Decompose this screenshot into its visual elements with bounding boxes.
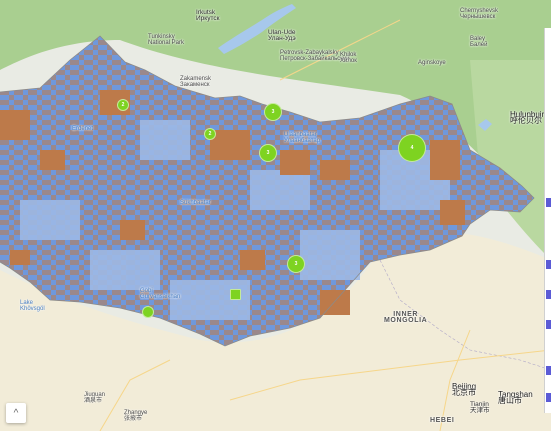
- label-irkutsk: Irkutsk Иркутск: [196, 9, 220, 22]
- label-tianjin: Tianjin 天津市: [470, 401, 490, 414]
- label-hulunbuir: Hulunbuir 呼伦贝尔: [510, 110, 545, 125]
- label-ulaanbaatar: Ulaanbaatar Улаанбаатар: [284, 132, 321, 144]
- cluster-marker[interactable]: 3: [264, 103, 282, 121]
- label-zakamensk: Zakamensk Закаменск: [180, 76, 212, 88]
- side-panel-tab[interactable]: [546, 260, 551, 269]
- side-panel-edge[interactable]: [544, 28, 551, 413]
- map-canvas[interactable]: [0, 0, 551, 431]
- cluster-marker[interactable]: [142, 306, 154, 318]
- label-erdenet: Erdenet: [72, 126, 94, 132]
- label-sukhbaatar: Sükhbaatar: [180, 200, 211, 206]
- label-tangshan: Tangshan 唐山市: [498, 390, 533, 405]
- label-baley: Baley Балей: [470, 36, 488, 48]
- label-lake: Lake Khövsgöl: [20, 300, 45, 312]
- label-aginskoye: Aginskoye: [418, 60, 446, 66]
- cluster-marker[interactable]: 2: [204, 128, 216, 140]
- side-panel-tab[interactable]: [546, 393, 551, 402]
- label-inner-mongolia: INNER MONGOLIA: [384, 311, 428, 324]
- chevron-up-icon: ^: [13, 407, 19, 419]
- side-panel-tab[interactable]: [546, 320, 551, 329]
- label-hebei: HEBEI: [430, 417, 455, 424]
- cluster-marker[interactable]: 3: [287, 255, 305, 273]
- collapse-panel-button[interactable]: ^: [6, 403, 26, 423]
- label-beijing: Beijing 北京市: [452, 382, 477, 397]
- label-tunkinsky: Tunkinsky National Park: [148, 34, 185, 46]
- cluster-marker[interactable]: 2: [117, 99, 129, 111]
- side-panel-tab[interactable]: [546, 366, 551, 375]
- cluster-marker[interactable]: 4: [398, 134, 426, 162]
- cluster-marker[interactable]: 3: [259, 144, 277, 162]
- side-panel-tab[interactable]: [546, 198, 551, 207]
- cluster-marker[interactable]: [230, 289, 241, 300]
- label-zhangye: Zhangye 张掖市: [124, 410, 148, 422]
- label-gobi: Gobi Gurvansaikhan: [140, 288, 181, 300]
- label-khilok: Khilok Хилок: [340, 52, 357, 64]
- side-panel-tab[interactable]: [546, 290, 551, 299]
- label-ulan-ude: Ulan-Ude Улан-Удэ: [268, 29, 296, 42]
- label-chernyshevsk: Chernyshevsk Чернышевск: [460, 8, 499, 20]
- label-jiuquan: Jiuquan 酒泉市: [84, 392, 106, 404]
